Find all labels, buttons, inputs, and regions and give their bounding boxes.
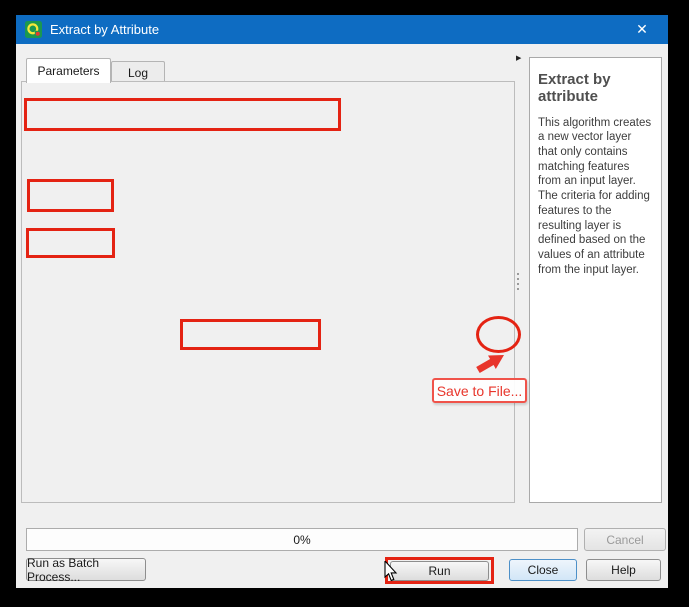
collapse-panel-arrow-icon[interactable]: ▶: [516, 54, 521, 62]
help-body: This algorithm creates a new vector laye…: [538, 116, 653, 278]
close-icon[interactable]: ✕: [622, 15, 662, 44]
progress-bar: 0%: [26, 528, 578, 551]
help-title: Extract by attribute: [538, 71, 653, 106]
extract-by-attribute-dialog: Extract by Attribute ✕ Parameters Log In…: [16, 15, 668, 588]
help-panel: Extract by attribute This algorithm crea…: [529, 57, 662, 503]
close-button[interactable]: Close: [509, 559, 577, 581]
run-as-batch-button[interactable]: Run as Batch Process...: [26, 558, 146, 581]
tab-parameters[interactable]: Parameters: [26, 58, 111, 83]
annotation-arrow: [464, 352, 506, 378]
run-button[interactable]: Run: [390, 561, 489, 581]
tab-log[interactable]: Log: [111, 61, 165, 83]
mouse-cursor: [384, 561, 398, 583]
parameters-pane: [21, 81, 515, 503]
qgis-logo-icon: [25, 21, 42, 38]
window-title: Extract by Attribute: [50, 22, 159, 37]
splitter-handle[interactable]: [517, 273, 520, 290]
screenshot-root: { "colors": { "titlebar_blue": "#0e6cc2"…: [0, 0, 689, 607]
cancel-button[interactable]: Cancel: [584, 528, 666, 551]
annotation-save-to-file: Save to File...: [432, 378, 527, 403]
help-button[interactable]: Help: [586, 559, 661, 581]
title-bar: Extract by Attribute ✕: [16, 15, 668, 44]
